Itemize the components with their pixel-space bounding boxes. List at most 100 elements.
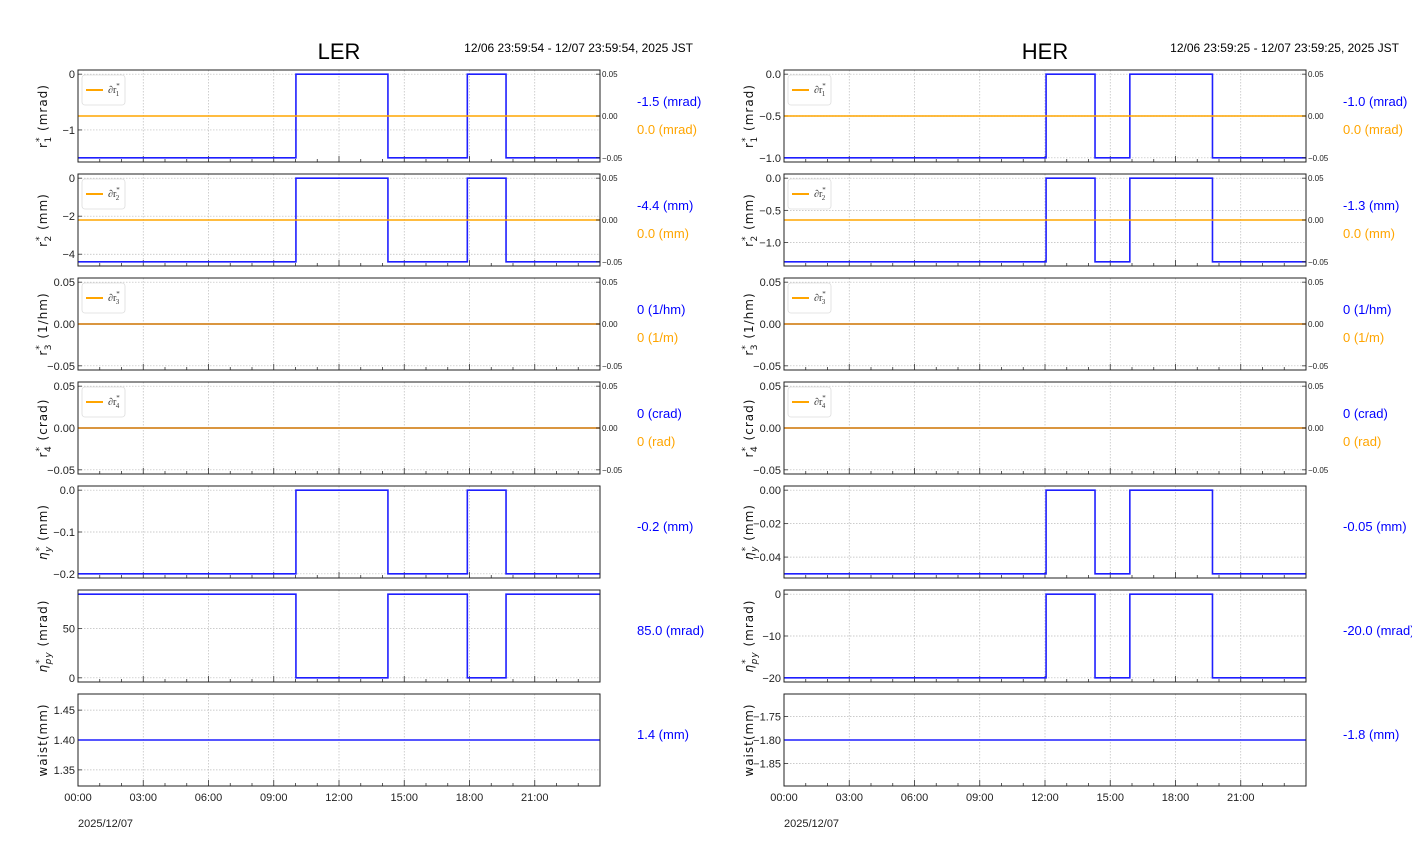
current-value-readout: 0 (crad) [1343,406,1388,421]
x-tick-label: 21:00 [1227,792,1255,804]
y-tick-label: 1.40 [54,735,75,747]
x-tick-label: 00:00 [64,792,92,804]
y-tick-label: −0.05 [753,465,781,477]
delta-value-readout: 0 (rad) [637,434,675,449]
subplot: 50 0 η*py (mrad) 85.0 (mrad) [35,589,704,685]
y-label-unit: (mrad) [36,600,50,647]
y-tick-label: −1.80 [753,735,781,747]
y-axis-label: η*py (mrad) [35,600,54,673]
x-tick-label: 03:00 [835,792,863,804]
x-tick-label: 15:00 [390,792,418,804]
twin-y-tick-label: −0.05 [1308,362,1329,371]
y-label-sub: 3 [44,344,54,351]
y-tick-label: −0.5 [759,205,781,217]
twin-y-tick-label: 0.05 [602,174,618,183]
subplot: 0 −1 r*1 (mrad) −0.05 0.00 0.05 ∂r* 1 -1.5 (mrad… [35,69,701,163]
y-tick-label: −1.75 [753,712,781,724]
legend-label: ∂r* 1 [814,82,826,98]
delta-value-readout: 0.0 (mm) [637,226,689,241]
x-tick-label: 15:00 [1096,792,1124,804]
y-label-unit: (mrad) [36,84,50,131]
date-label: 2025/12/07 [78,818,133,830]
legend-sup: * [822,290,826,298]
y-tick-label: 0.00 [54,319,75,331]
twin-y-tick-label: −0.05 [602,466,623,475]
legend-sub: 4 [116,402,120,410]
subplot: 0.05 0.00 −0.05 r*3 (1/hm) −0.05 0.00 0.05 ∂r* 3… [35,277,685,373]
twin-y-tick-label: 0.00 [602,424,618,433]
y-label-unit: (mm) [36,504,50,541]
y-tick-label: 0.0 [766,69,781,81]
delta-value-readout: 0.0 (mrad) [1343,122,1403,137]
y-tick-label: −1.85 [753,758,781,770]
y-tick-label: −0.05 [753,361,781,373]
x-tick-label: 21:00 [521,792,549,804]
y-tick-label: −1.0 [759,153,781,165]
twin-y-tick-label: 0.05 [1308,70,1324,79]
y-axis-label: r*3 (1/hm) [741,292,760,355]
twin-y-tick-label: −0.05 [1308,154,1329,163]
legend: ∂r* 1 [81,74,126,106]
y-tick-label: 0.00 [760,319,781,331]
subplot: 0 −10 −20η*py (mrad) -20.0 (mrad) [741,589,1412,685]
delta-value-readout: 0 (1/m) [637,330,678,345]
legend: ∂r* 4 [81,386,126,418]
legend-sub: 1 [116,90,120,98]
y-axis-label: r*1 (mrad) [35,84,54,148]
subplot: 0.0 −0.5 −1.0r*2 (mm) −0.05 0.00 0.05 ∂r* 2 -1.3… [741,173,1399,267]
y-tick-label: 0.00 [760,485,781,497]
y-tick-label: 0 [69,173,75,185]
delta-value-readout: 0.0 (mm) [1343,226,1395,241]
y-label-unit: (mrad) [742,600,756,647]
twin-y-tick-label: −0.05 [1308,466,1329,475]
y-tick-label: −0.04 [753,552,781,564]
y-tick-label: −4 [62,249,75,261]
twin-y-tick-label: −0.05 [602,362,623,371]
x-tick-label: 12:00 [1031,792,1059,804]
y-tick-label: 1.35 [54,765,75,777]
legend-sub: 1 [822,90,826,98]
legend: ∂r* 1 [787,74,832,106]
legend-sub: 2 [116,194,120,202]
current-value-readout: -20.0 (mrad) [1343,623,1412,638]
y-label-unit: (mm) [742,193,756,230]
legend-sup: * [116,186,120,194]
y-tick-label: 0.05 [760,277,781,289]
y-label-sub: py [750,651,760,665]
y-tick-label: 0.05 [760,381,781,393]
y-label-sub: 1 [44,136,54,143]
y-axis-label: r*4 (crad) [35,399,54,458]
legend-label: ∂r* 2 [814,186,826,202]
legend: ∂r* 4 [787,386,832,418]
y-tick-label: −10 [762,631,781,643]
y-axis-label: η*y (mm) [741,504,760,560]
x-tick-label: 06:00 [195,792,223,804]
delta-value-readout: 0 (1/m) [1343,330,1384,345]
y-axis-label: r*4 (crad) [741,399,760,458]
y-tick-label: −0.05 [47,361,75,373]
twin-y-tick-label: 0.00 [602,216,618,225]
y-axis-label: r*1 (mrad) [741,84,760,148]
subplot: 0.0 −0.5 −1.0 r*1 (mrad) −0.05 0.00 0.05 ∂r* 1 -1… [741,69,1407,165]
legend-sub: 2 [822,194,826,202]
y-tick-label: 0.0 [766,173,781,185]
subplot: 0.0 −0.1 −0.2 η*y (mm) -0.2 (mm) [35,485,693,581]
y-tick-label: −2 [62,211,75,223]
y-tick-label: 0.00 [760,423,781,435]
current-value-readout: 0 (1/hm) [1343,302,1391,317]
twin-y-tick-label: 0.00 [1308,424,1324,433]
twin-y-tick-label: 0.05 [602,382,618,391]
legend-label: ∂r* 3 [108,290,120,306]
delta-value-readout: 0 (rad) [1343,434,1381,449]
twin-y-tick-label: 0.05 [1308,278,1324,287]
twin-y-tick-label: 0.05 [602,278,618,287]
y-label-symbol: waist [742,740,756,776]
y-tick-label: 0 [69,69,75,81]
legend-sup: * [822,394,826,402]
y-label-unit: (mm) [36,703,50,740]
y-axis-label: η*y (mm) [35,504,54,560]
twin-y-tick-label: 0.05 [1308,174,1324,183]
x-tick-label: 06:00 [901,792,929,804]
y-label-unit: (mm) [742,504,756,541]
legend-label: ∂r* 2 [108,186,120,202]
